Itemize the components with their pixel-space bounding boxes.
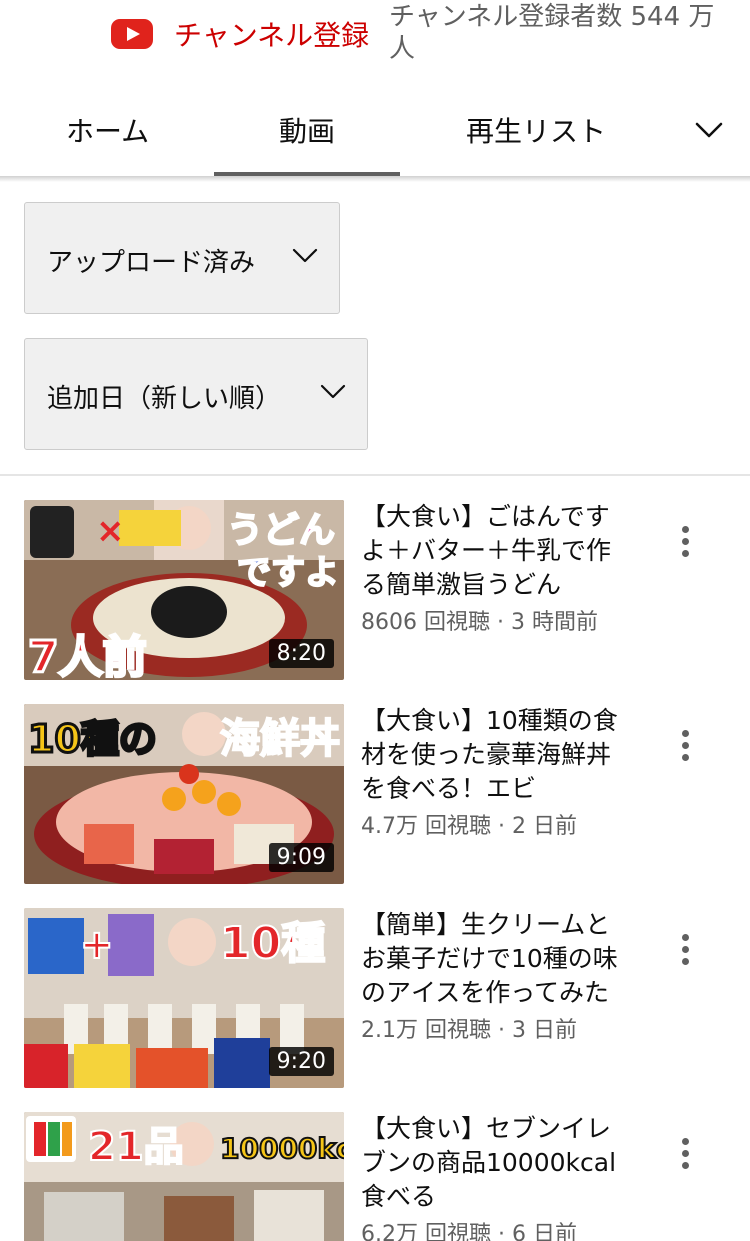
- video-meta: 2.1万 回視聴 · 3 日前: [361, 1018, 577, 1043]
- thumbnail-text: うどん: [227, 510, 335, 551]
- thumbnail-text: 10種の: [28, 717, 157, 761]
- video-duration: 8:20: [268, 639, 334, 668]
- video-meta: 8606 回視聴 · 3 時間前: [361, 610, 598, 635]
- channel-tabs: ホーム 動画 再生リスト: [0, 86, 750, 178]
- video-title[interactable]: 【簡単】生クリームとお菓子だけで10種の味のアイスを作ってみた: [361, 908, 631, 1010]
- more-options-icon[interactable]: [670, 726, 702, 766]
- upload-type-label: アップロード済み: [47, 248, 256, 278]
- thumbnail-text: 海鮮丼: [220, 716, 340, 762]
- subscriber-count: チャンネル登録者数 544 万人: [389, 2, 715, 64]
- thumbnail-text: 7人前: [28, 632, 147, 680]
- video-item[interactable]: + 10種 9:20 【簡単】生クリームとお菓子だけで10種の味のアイスを作って…: [0, 908, 750, 1088]
- chevron-down-icon: [292, 248, 318, 263]
- thumbnail-text: 10000kcal: [220, 1132, 344, 1165]
- video-title[interactable]: 【大食い】セブンイレブンの商品10000kcal食べる: [361, 1112, 631, 1214]
- tabs-shadow: [0, 176, 750, 182]
- tab-videos[interactable]: 動画: [279, 110, 335, 150]
- thumbnail-text: 21品: [88, 1124, 184, 1170]
- video-title[interactable]: 【大食い】ごはんですよ＋バター＋牛乳で作る簡単激旨うどん: [361, 500, 631, 602]
- video-thumbnail[interactable]: 21品 10000kcal: [24, 1112, 344, 1241]
- video-thumbnail[interactable]: 10種の 海鮮丼 9:09: [24, 704, 344, 884]
- more-options-icon[interactable]: [670, 1134, 702, 1174]
- channel-subscribe-row: チャンネル登録 チャンネル登録者数 544 万人: [0, 0, 750, 70]
- divider: [0, 474, 750, 476]
- video-meta: 4.7万 回視聴 · 2 日前: [361, 814, 577, 839]
- video-duration: 9:09: [268, 843, 334, 872]
- video-item[interactable]: × うどん ですよ 7人前 8:20 【大食い】ごはんですよ＋バター＋牛乳で作る…: [0, 500, 750, 680]
- video-item[interactable]: 10種の 海鮮丼 9:09 【大食い】10種類の食材を使った豪華海鮮丼を食べる！…: [0, 704, 750, 884]
- thumbnail-text: ですよ: [237, 553, 339, 593]
- thumbnail-text: +: [80, 922, 114, 968]
- video-thumbnail[interactable]: × うどん ですよ 7人前 8:20: [24, 500, 344, 680]
- sort-order-label: 追加日（新しい順）: [47, 384, 282, 414]
- video-meta: 6.2万 回視聴 · 6 日前: [361, 1222, 577, 1241]
- subscribe-button[interactable]: チャンネル登録: [174, 14, 369, 54]
- thumbnail-image: 21品 10000kcal: [24, 1112, 344, 1241]
- thumbnail-text: 10種: [220, 918, 325, 969]
- more-options-icon[interactable]: [670, 930, 702, 970]
- youtube-logo-icon[interactable]: [111, 19, 153, 49]
- chevron-down-icon[interactable]: [693, 116, 725, 144]
- video-item[interactable]: 21品 10000kcal 【大食い】セブンイレブンの商品10000kcal食べ…: [0, 1112, 750, 1241]
- video-title[interactable]: 【大食い】10種類の食材を使った豪華海鮮丼を食べる！エビ: [361, 704, 631, 806]
- video-duration: 9:20: [268, 1047, 334, 1076]
- sort-order-dropdown[interactable]: 追加日（新しい順）: [24, 338, 368, 450]
- video-thumbnail[interactable]: + 10種 9:20: [24, 908, 344, 1088]
- tab-playlists[interactable]: 再生リスト: [466, 110, 606, 150]
- svg-text:×: ×: [96, 511, 125, 551]
- chevron-down-icon: [320, 384, 346, 399]
- more-options-icon[interactable]: [670, 522, 702, 562]
- tab-home[interactable]: ホーム: [66, 110, 149, 150]
- upload-type-dropdown[interactable]: アップロード済み: [24, 202, 340, 314]
